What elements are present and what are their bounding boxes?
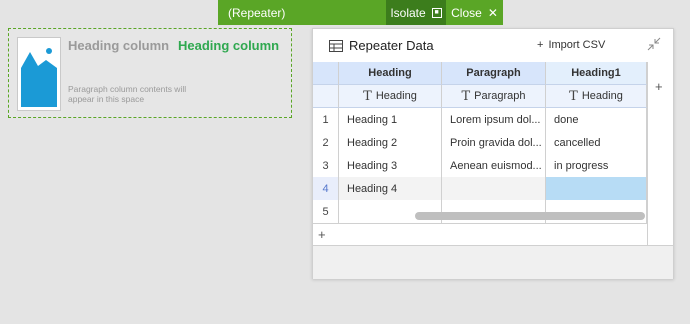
add-row-bar: + xyxy=(313,223,647,245)
table-row: 4 Heading 4 xyxy=(313,177,647,200)
repeater-heading-grey: Heading column xyxy=(68,38,170,53)
table-row: 2 Heading 2 Proin gravida dol... cancell… xyxy=(313,131,647,154)
column-header[interactable]: Heading1 xyxy=(546,62,647,85)
table-cell[interactable]: Proin gravida dol... xyxy=(442,131,546,154)
import-csv-button[interactable]: + Import CSV xyxy=(537,39,605,51)
table-cell[interactable]: Heading 1 xyxy=(339,108,442,131)
repeater-data-panel: Repeater Data + Import CSV Heading Parag… xyxy=(312,28,674,279)
row-number[interactable]: 1 xyxy=(313,108,339,131)
table-cell[interactable]: Heading 4 xyxy=(339,177,442,200)
type-row: T Heading T Paragraph T Heading xyxy=(313,85,647,108)
column-type[interactable]: T Heading xyxy=(339,85,442,108)
table-cell[interactable]: Heading 2 xyxy=(339,131,442,154)
repeater-paragraph: Paragraph column contents will appear in… xyxy=(68,84,187,104)
column-type-label: Paragraph xyxy=(474,90,526,102)
column-header[interactable]: Paragraph xyxy=(442,62,546,85)
selection-title: (Repeater) xyxy=(228,5,286,20)
column-type-label: Heading xyxy=(375,90,417,102)
table-row: 1 Heading 1 Lorem ipsum dol... done xyxy=(313,108,647,131)
isolate-icon: ■ xyxy=(431,7,442,18)
horizontal-scrollbar[interactable] xyxy=(415,212,645,220)
plus-icon: + xyxy=(537,39,544,51)
add-column-area: + xyxy=(647,62,673,245)
row-number[interactable]: 2 xyxy=(313,131,339,154)
data-grid: Heading Paragraph Heading1 T Heading T P… xyxy=(313,62,647,223)
repeater-element[interactable]: Heading column Heading column Paragraph … xyxy=(8,28,292,118)
row-number[interactable]: 4 xyxy=(313,177,339,200)
import-csv-label: Import CSV xyxy=(548,39,606,51)
row-number[interactable]: 3 xyxy=(313,154,339,177)
type-corner-cell xyxy=(313,85,339,108)
table-cell[interactable]: done xyxy=(546,108,647,131)
text-type-icon: T xyxy=(461,88,471,104)
image-placeholder-icon xyxy=(17,37,61,111)
table-cell[interactable]: Aenean euismod... xyxy=(442,154,546,177)
column-header[interactable]: Heading xyxy=(339,62,442,85)
table-cell[interactable]: Lorem ipsum dol... xyxy=(442,108,546,131)
isolate-button[interactable]: Isolate ■ xyxy=(386,0,446,25)
column-type-label: Heading xyxy=(581,90,623,102)
repeater-heading-green: Heading column xyxy=(178,38,280,53)
close-icon: ✕ xyxy=(487,5,498,20)
collapse-icon[interactable] xyxy=(647,37,661,51)
table-cell[interactable]: Heading 3 xyxy=(339,154,442,177)
add-row-icon[interactable]: + xyxy=(318,227,326,242)
corner-cell xyxy=(313,62,339,85)
text-type-icon: T xyxy=(363,88,372,104)
close-button[interactable]: Close ✕ xyxy=(446,6,503,20)
header-row: Heading Paragraph Heading1 xyxy=(313,62,647,85)
column-type[interactable]: T Heading xyxy=(546,85,647,108)
add-column-icon[interactable]: + xyxy=(655,79,663,94)
isolate-label: Isolate xyxy=(390,5,426,20)
selected-cell[interactable] xyxy=(546,177,647,200)
table-cell[interactable]: cancelled xyxy=(546,131,647,154)
panel-header: Repeater Data + Import CSV xyxy=(313,29,673,62)
column-type[interactable]: T Paragraph xyxy=(442,85,546,108)
selection-toolbar: (Repeater) Isolate ■ Close ✕ xyxy=(218,0,503,25)
row-number[interactable]: 5 xyxy=(313,200,339,223)
panel-footer xyxy=(313,245,673,279)
close-label: Close xyxy=(451,5,482,20)
text-type-icon: T xyxy=(569,88,578,104)
table-row: 3 Heading 3 Aenean euismod... in progres… xyxy=(313,154,647,177)
table-icon xyxy=(329,39,343,52)
panel-title: Repeater Data xyxy=(349,38,434,53)
table-cell[interactable]: in progress xyxy=(546,154,647,177)
table-cell[interactable] xyxy=(442,177,546,200)
